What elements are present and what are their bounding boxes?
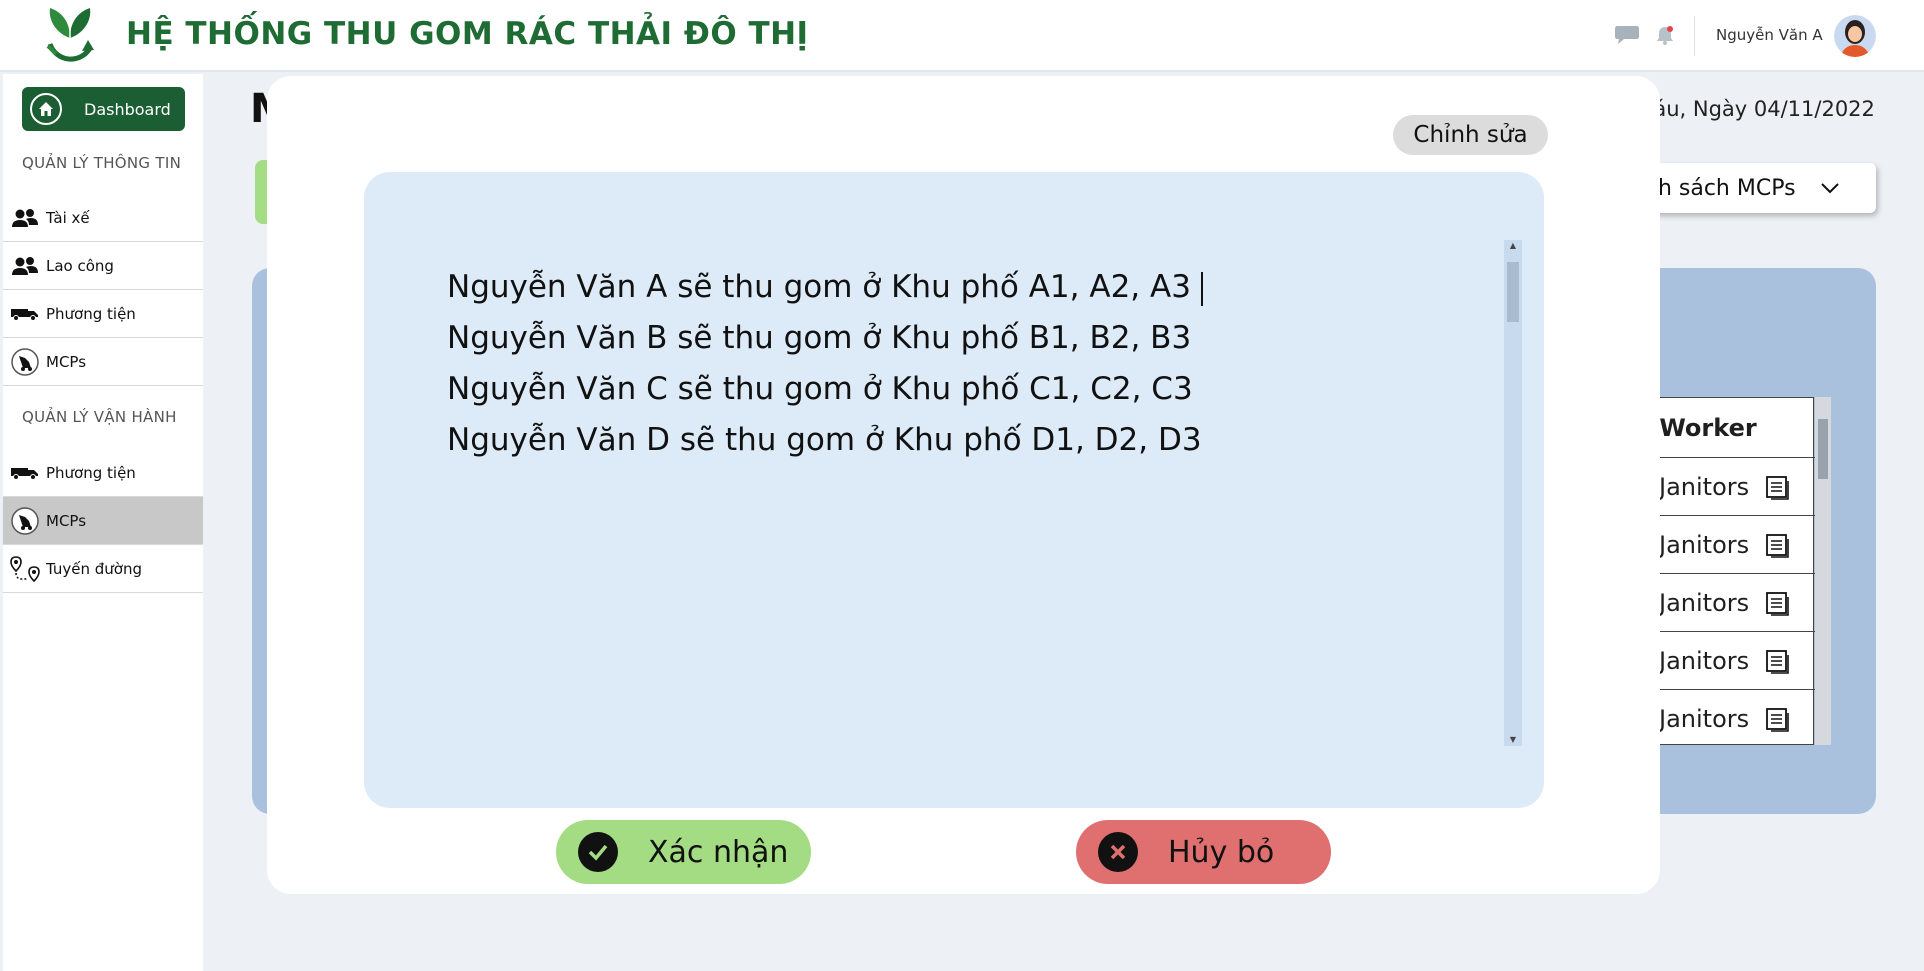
text-caret bbox=[1200, 271, 1203, 306]
table-cell: Janitors bbox=[1659, 530, 1750, 559]
text-line: Nguyễn Văn B sẽ thu gom ở Khu phố B1, B2… bbox=[447, 320, 1192, 356]
assignment-text[interactable]: Nguyễn Văn A sẽ thu gom ở Khu phố A1, A2… bbox=[447, 262, 1203, 466]
document-icon[interactable] bbox=[1765, 532, 1791, 558]
document-icon[interactable] bbox=[1765, 706, 1791, 732]
header-divider bbox=[1694, 16, 1695, 56]
sidebar-item-label: Phương tiện bbox=[46, 304, 136, 323]
home-icon bbox=[30, 93, 62, 125]
bell-icon[interactable] bbox=[1654, 24, 1676, 50]
confirm-button[interactable]: Xác nhận bbox=[556, 820, 811, 884]
table-cell: Janitors bbox=[1659, 588, 1750, 617]
document-icon[interactable] bbox=[1765, 648, 1791, 674]
avatar[interactable] bbox=[1834, 15, 1876, 57]
dashboard-button[interactable]: Dashboard bbox=[22, 87, 185, 131]
text-line: Nguyễn Văn D sẽ thu gom ở Khu phố D1, D2… bbox=[447, 422, 1202, 458]
document-icon[interactable] bbox=[1765, 474, 1791, 500]
scrollbar-thumb[interactable] bbox=[1507, 262, 1519, 322]
section-title-info: QUẢN LÝ THÔNG TIN bbox=[22, 154, 182, 172]
table-cell: Janitors bbox=[1659, 646, 1750, 675]
app-header: HỆ THỐNG THU GOM RÁC THẢI ĐÔ THỊ Nguyễn … bbox=[0, 0, 1924, 72]
people-icon bbox=[10, 251, 40, 281]
document-icon[interactable] bbox=[1765, 590, 1791, 616]
mcp-icon bbox=[10, 506, 40, 536]
sidebar-item-label: Tuyến đường bbox=[46, 559, 143, 578]
date-label: Sáu, Ngày 04/11/2022 bbox=[1640, 97, 1875, 121]
sidebar-item-mcps[interactable]: MCPs bbox=[3, 338, 203, 386]
cancel-label: Hủy bỏ bbox=[1168, 834, 1275, 870]
sidebar-item-label: Lao công bbox=[46, 256, 114, 275]
text-line: Nguyễn Văn A sẽ thu gom ở Khu phố A1, A2… bbox=[447, 262, 1203, 313]
close-circle-icon bbox=[1098, 832, 1138, 872]
chevron-down-icon bbox=[1820, 183, 1839, 194]
table-cell: Janitors bbox=[1659, 472, 1750, 501]
dashboard-label: Dashboard bbox=[84, 99, 171, 119]
route-icon bbox=[10, 554, 40, 584]
sidebar-item-janitors[interactable]: Lao công bbox=[3, 242, 203, 290]
sidebar-item-vehicles[interactable]: Phương tiện bbox=[3, 290, 203, 338]
sidebar-item-label: Tài xế bbox=[46, 208, 90, 227]
assignment-text-area[interactable]: Nguyễn Văn A sẽ thu gom ở Khu phố A1, A2… bbox=[364, 172, 1544, 808]
sidebar-item-ops-vehicles[interactable]: Phương tiện bbox=[3, 449, 203, 497]
chat-icon[interactable] bbox=[1614, 24, 1640, 50]
people-icon bbox=[10, 203, 40, 233]
text-line: Nguyễn Văn C sẽ thu gom ở Khu phố C1, C2… bbox=[447, 371, 1193, 407]
sidebar-item-ops-mcps[interactable]: MCPs bbox=[3, 497, 203, 545]
dropdown-label: nh sách MCPs bbox=[1644, 175, 1796, 201]
truck-icon bbox=[10, 299, 40, 329]
scrollbar-thumb[interactable] bbox=[1818, 419, 1828, 479]
sidebar: Dashboard QUẢN LÝ THÔNG TIN Tài xế Lao c… bbox=[3, 74, 203, 971]
user-name: Nguyễn Văn A bbox=[1716, 26, 1823, 44]
edit-button[interactable]: Chỉnh sửa bbox=[1393, 115, 1548, 155]
section-title-operations: QUẢN LÝ VẬN HÀNH bbox=[22, 408, 177, 426]
cancel-button[interactable]: Hủy bỏ bbox=[1076, 820, 1331, 884]
assignment-modal: Chỉnh sửa Nguyễn Văn A sẽ thu gom ở Khu … bbox=[267, 76, 1660, 894]
text-scrollbar[interactable]: ▲ ▼ bbox=[1504, 240, 1522, 746]
truck-icon bbox=[10, 458, 40, 488]
sidebar-item-drivers[interactable]: Tài xế bbox=[3, 194, 203, 242]
confirm-label: Xác nhận bbox=[648, 834, 789, 870]
sidebar-item-label: MCPs bbox=[46, 352, 87, 371]
check-circle-icon bbox=[578, 832, 618, 872]
sidebar-item-label: MCPs bbox=[46, 511, 87, 530]
app-title: HỆ THỐNG THU GOM RÁC THẢI ĐÔ THỊ bbox=[126, 16, 809, 52]
mcp-icon bbox=[10, 347, 40, 377]
recycle-leaf-logo-icon bbox=[38, 4, 102, 68]
table-scrollbar[interactable] bbox=[1815, 397, 1831, 745]
scroll-up-arrow-icon[interactable]: ▲ bbox=[1504, 240, 1522, 252]
scroll-down-arrow-icon[interactable]: ▼ bbox=[1504, 734, 1522, 746]
sidebar-item-label: Phương tiện bbox=[46, 463, 136, 482]
table-cell: Janitors bbox=[1659, 705, 1750, 733]
sidebar-item-routes[interactable]: Tuyến đường bbox=[3, 545, 203, 593]
